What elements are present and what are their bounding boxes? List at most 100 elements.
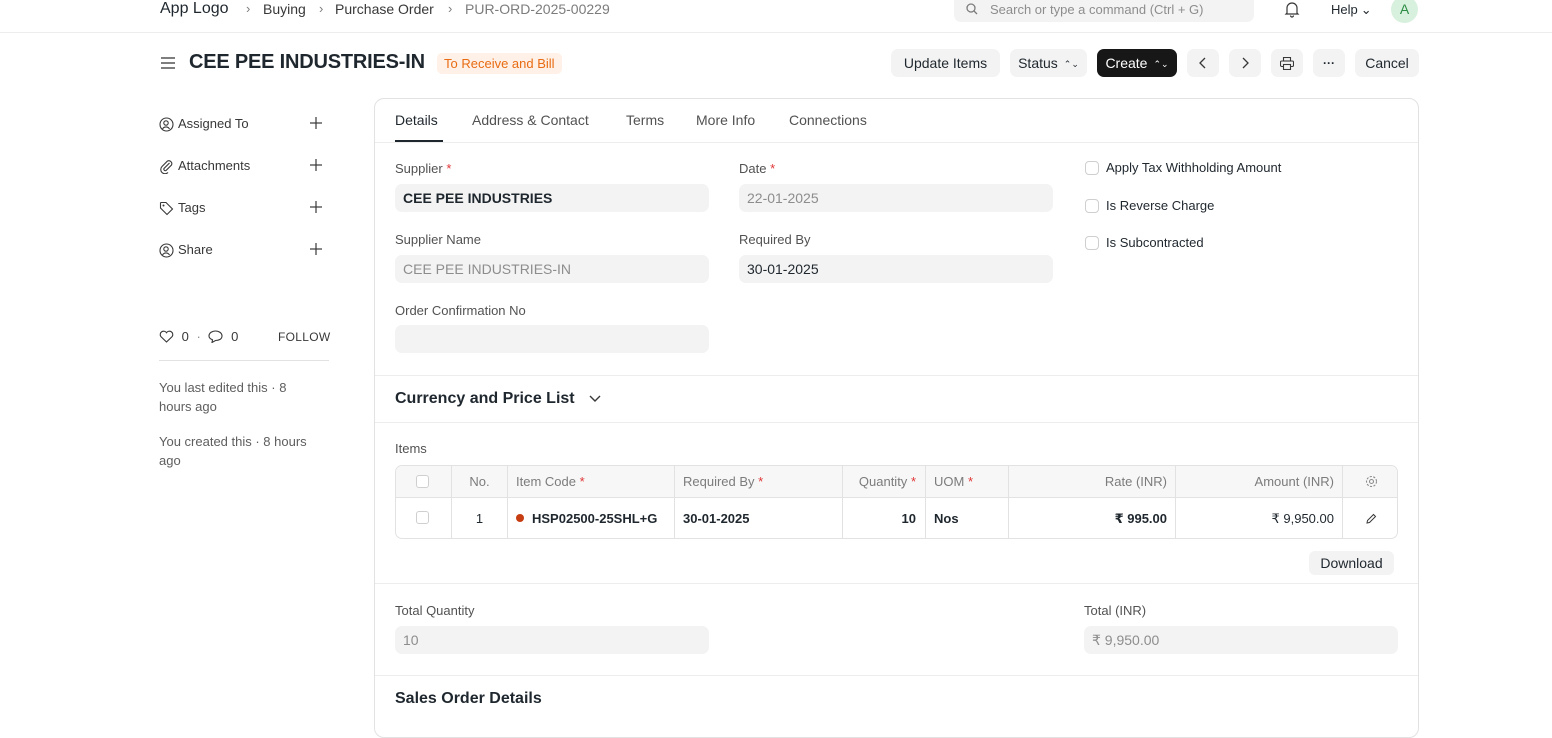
- add-assignee-plus-icon[interactable]: [308, 115, 324, 131]
- printer-icon: [1279, 56, 1295, 71]
- sidebar-item-share[interactable]: Share: [159, 240, 213, 260]
- breadcrumb-separator: ›: [246, 1, 251, 16]
- chevron-down-icon: [589, 395, 601, 402]
- tab-terms[interactable]: Terms: [626, 112, 664, 128]
- total-inr-field: ₹ 9,950.00: [1084, 626, 1398, 654]
- download-button[interactable]: Download: [1309, 551, 1394, 575]
- sort-arrows-icon: ⌃⌄: [1063, 59, 1079, 69]
- breadcrumb-separator: ›: [448, 1, 453, 16]
- items-label: Items: [395, 441, 427, 456]
- paperclip-icon: [160, 160, 173, 175]
- table-row[interactable]: 1 HSP02500-25SHL+G 30-01-2025 10 Nos ₹ 9…: [396, 498, 1397, 538]
- sidebar-item-assigned-to[interactable]: Assigned To: [159, 114, 249, 134]
- section-divider: [375, 375, 1418, 376]
- tab-address-contact[interactable]: Address & Contact: [472, 112, 589, 128]
- sidebar-item-tags[interactable]: Tags: [159, 198, 205, 218]
- comment-count: 0: [231, 329, 239, 344]
- row-no: 1: [452, 498, 508, 538]
- comment-icon[interactable]: [208, 330, 224, 344]
- currency-price-list-header[interactable]: Currency and Price List: [395, 390, 601, 408]
- row-uom[interactable]: Nos: [926, 498, 1009, 538]
- items-table-header: No. Item Code * Required By * Quantity *…: [396, 466, 1397, 498]
- items-table: No. Item Code * Required By * Quantity *…: [395, 465, 1398, 539]
- column-header-uom: UOM *: [926, 466, 1009, 497]
- row-amount: ₹ 9,950.00: [1176, 498, 1343, 538]
- column-header-required-by: Required By *: [675, 466, 843, 497]
- next-doc-button[interactable]: [1229, 49, 1261, 77]
- supplier-name-label: Supplier Name: [395, 232, 481, 247]
- breadcrumb-purchase-order[interactable]: Purchase Order: [335, 1, 434, 17]
- total-quantity-field: 10: [395, 626, 709, 654]
- tab-details[interactable]: Details: [395, 112, 438, 128]
- more-actions-button[interactable]: ···: [1313, 49, 1345, 77]
- status-dot-icon: [516, 514, 524, 522]
- activity-created: You created this · 8 hours ago: [159, 434, 307, 468]
- create-dropdown-button[interactable]: Create ⌃⌄: [1097, 49, 1177, 77]
- page-title: CEE PEE INDUSTRIES-IN: [189, 51, 425, 73]
- sidebar-toggle-icon[interactable]: [160, 55, 176, 71]
- create-button-label: Create: [1105, 55, 1148, 71]
- order-confirmation-label: Order Confirmation No: [395, 303, 526, 318]
- tag-icon: [159, 202, 174, 216]
- required-by-field[interactable]: 30-01-2025: [739, 255, 1053, 283]
- column-settings-cell: [1343, 466, 1397, 497]
- row-item-code[interactable]: HSP02500-25SHL+G: [508, 498, 675, 538]
- chevron-down-icon: ⌄: [1360, 2, 1372, 17]
- notification-bell-icon[interactable]: [1284, 1, 1300, 18]
- subcontracted-label: Is Subcontracted: [1106, 235, 1204, 250]
- search-placeholder: Search or type a command (Ctrl + G): [990, 2, 1204, 17]
- sidebar-item-label: Attachments: [178, 158, 251, 173]
- app-logo[interactable]: App Logo: [160, 0, 229, 18]
- apply-tax-withholding-label: Apply Tax Withholding Amount: [1106, 160, 1282, 175]
- chevron-left-icon: [1199, 57, 1206, 69]
- print-button[interactable]: [1271, 49, 1303, 77]
- breadcrumb-buying[interactable]: Buying: [263, 1, 306, 17]
- cancel-button[interactable]: Cancel: [1355, 49, 1419, 77]
- heart-icon[interactable]: [159, 330, 174, 343]
- row-quantity[interactable]: 10: [843, 498, 926, 538]
- form-tabs: Details Address & Contact Terms More Inf…: [375, 99, 1418, 143]
- row-checkbox[interactable]: [416, 511, 429, 524]
- section-divider: [375, 422, 1418, 423]
- column-header-rate: Rate (INR): [1009, 466, 1176, 497]
- activity-last-edited: You last edited this · 8 hours ago: [159, 380, 287, 414]
- tab-connections[interactable]: Connections: [789, 112, 867, 128]
- row-edit-cell: [1343, 498, 1397, 538]
- previous-doc-button[interactable]: [1187, 49, 1219, 77]
- add-tag-plus-icon[interactable]: [308, 199, 324, 215]
- pencil-edit-icon[interactable]: [1365, 513, 1377, 524]
- sidebar-item-attachments[interactable]: Attachments: [159, 156, 250, 176]
- row-rate[interactable]: ₹ 995.00: [1009, 498, 1176, 538]
- share-icon: [159, 243, 174, 258]
- select-all-cell: [396, 466, 452, 497]
- active-tab-indicator: [395, 140, 443, 142]
- tab-more-info[interactable]: More Info: [696, 112, 755, 128]
- subcontracted-checkbox[interactable]: [1085, 236, 1099, 250]
- select-all-checkbox[interactable]: [416, 475, 429, 488]
- status-dropdown-button[interactable]: Status ⌃⌄: [1010, 49, 1087, 77]
- apply-tax-withholding-checkbox[interactable]: [1085, 161, 1099, 175]
- breadcrumb-current-doc: PUR-ORD-2025-00229: [465, 1, 610, 17]
- sales-order-details-header[interactable]: Sales Order Details: [395, 690, 542, 708]
- row-required-by[interactable]: 30-01-2025: [675, 498, 843, 538]
- sidebar-item-label: Share: [178, 242, 213, 257]
- help-dropdown[interactable]: Help ⌄: [1331, 2, 1372, 18]
- form-card: Details Address & Contact Terms More Inf…: [374, 98, 1419, 738]
- gear-icon[interactable]: [1365, 475, 1378, 488]
- follow-button[interactable]: FOLLOW: [278, 330, 330, 344]
- row-select-cell: [396, 498, 452, 538]
- order-confirmation-field[interactable]: [395, 325, 709, 353]
- supplier-field[interactable]: CEE PEE INDUSTRIES: [395, 184, 709, 212]
- avatar[interactable]: A: [1391, 0, 1418, 23]
- supplier-label: Supplier *: [395, 161, 452, 176]
- column-header-item-code: Item Code *: [508, 466, 675, 497]
- search-bar[interactable]: Search or type a command (Ctrl + G): [954, 0, 1254, 22]
- update-items-button[interactable]: Update Items: [891, 49, 1000, 77]
- sort-arrows-icon: ⌃⌄: [1153, 59, 1169, 69]
- separator-dot: ·: [196, 329, 201, 344]
- sidebar-item-label: Assigned To: [178, 116, 249, 131]
- add-share-plus-icon[interactable]: [308, 241, 324, 257]
- add-attachment-plus-icon[interactable]: [308, 157, 324, 173]
- total-quantity-label: Total Quantity: [395, 603, 475, 618]
- reverse-charge-checkbox[interactable]: [1085, 199, 1099, 213]
